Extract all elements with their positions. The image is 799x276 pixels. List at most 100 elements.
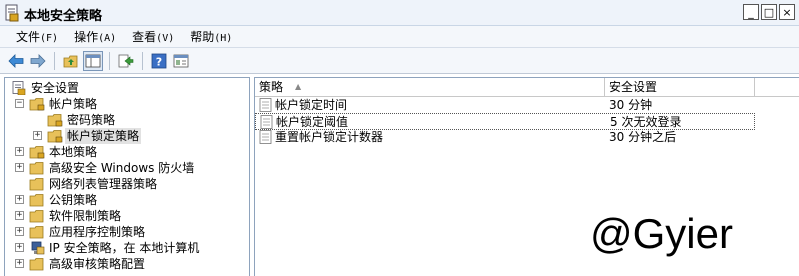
tree-root-label: 安全设置 bbox=[31, 81, 80, 95]
watermark: @Gyier bbox=[590, 210, 733, 257]
svg-text:?: ? bbox=[156, 55, 162, 68]
up-one-level-button[interactable] bbox=[61, 51, 81, 71]
tree-item-software-restriction[interactable]: + 软件限制策略 bbox=[5, 208, 245, 224]
policy-setting: 30 分钟之后 bbox=[609, 130, 677, 144]
ip-security-icon bbox=[31, 241, 45, 255]
toolbar-separator bbox=[109, 51, 110, 70]
expand-toggle[interactable]: + bbox=[15, 259, 24, 268]
tree-item-label: 公钥策略 bbox=[49, 193, 98, 207]
folder-icon bbox=[29, 162, 44, 175]
up-folder-icon bbox=[63, 55, 78, 67]
tree-item-windows-firewall[interactable]: + 高级安全 Windows 防火墙 bbox=[5, 160, 245, 176]
tree-item-label: 密码策略 bbox=[67, 113, 116, 127]
maximize-button[interactable]: □ bbox=[761, 4, 777, 20]
forward-arrow-icon bbox=[30, 53, 46, 68]
tree-item-account-policies[interactable]: − 帐户策略 bbox=[5, 96, 245, 112]
list-row[interactable]: 重置帐户锁定计数器 30 分钟之后 bbox=[255, 129, 755, 146]
policy-item-icon bbox=[259, 98, 272, 112]
back-button[interactable] bbox=[6, 51, 26, 71]
tree-item-label: 网络列表管理器策略 bbox=[49, 177, 158, 191]
expand-toggle[interactable]: + bbox=[15, 163, 24, 172]
window-title: 本地安全策略 bbox=[24, 9, 103, 24]
properties-button[interactable] bbox=[171, 51, 191, 71]
policy-item-icon bbox=[259, 130, 272, 144]
menu-action[interactable]: 操作(A) bbox=[66, 28, 124, 45]
column-header-label: 策略 bbox=[259, 80, 284, 94]
column-header-security-setting[interactable]: 安全设置 bbox=[605, 78, 755, 97]
list-row[interactable]: 帐户锁定阈值 5 次无效登录 bbox=[255, 113, 755, 130]
column-header-policy[interactable]: 策略 ▲ bbox=[255, 78, 605, 97]
policy-name: 帐户锁定阈值 bbox=[276, 115, 349, 129]
menu-help-hotkey: (H) bbox=[214, 33, 233, 44]
toolbar-separator bbox=[142, 51, 143, 70]
expand-toggle[interactable]: + bbox=[15, 243, 24, 252]
folder-lock-icon bbox=[47, 130, 63, 143]
export-list-button[interactable] bbox=[116, 51, 136, 71]
tree-item-account-lockout-policy[interactable]: + 帐户锁定策略 bbox=[5, 128, 245, 144]
expand-toggle[interactable]: + bbox=[15, 147, 24, 156]
tree-item-label: 高级安全 Windows 防火墙 bbox=[49, 161, 195, 175]
list-row[interactable]: 帐户锁定时间 30 分钟 bbox=[255, 97, 755, 114]
tree-item-password-policy[interactable]: 密码策略 bbox=[5, 112, 245, 128]
tree-item-ip-security[interactable]: + IP 安全策略，在 本地计算机 bbox=[5, 240, 245, 256]
back-arrow-icon bbox=[8, 53, 24, 68]
help-icon: ? bbox=[151, 53, 167, 68]
forward-button[interactable] bbox=[28, 51, 48, 71]
tree-item-advanced-audit[interactable]: + 高级审核策略配置 bbox=[5, 256, 245, 272]
menu-help[interactable]: 帮助(H) bbox=[182, 28, 240, 45]
export-list-icon bbox=[118, 54, 134, 67]
menu-bar: 文件(F) 操作(A) 查看(V) 帮助(H) bbox=[0, 26, 799, 48]
folder-lock-icon bbox=[47, 114, 63, 127]
show-hide-tree-button[interactable] bbox=[83, 50, 103, 71]
close-button[interactable]: × bbox=[779, 4, 795, 20]
menu-file-label: 文件 bbox=[16, 30, 41, 44]
folder-lock-icon bbox=[29, 98, 45, 111]
security-settings-icon bbox=[12, 81, 26, 95]
expand-toggle[interactable]: + bbox=[15, 211, 24, 220]
column-header-label: 安全设置 bbox=[609, 80, 658, 94]
tree-item-application-control[interactable]: + 应用程序控制策略 bbox=[5, 224, 245, 240]
folder-icon bbox=[29, 258, 44, 271]
local-security-policy-icon bbox=[5, 4, 19, 22]
tree-item-local-policies[interactable]: + 本地策略 bbox=[5, 144, 245, 160]
expand-toggle[interactable]: + bbox=[15, 227, 24, 236]
policy-item-icon bbox=[260, 115, 273, 129]
list-header: 策略 ▲ 安全设置 bbox=[255, 78, 799, 97]
folder-icon bbox=[29, 226, 44, 239]
menu-action-label: 操作 bbox=[74, 30, 99, 44]
menu-file[interactable]: 文件(F) bbox=[8, 28, 66, 45]
policy-name: 帐户锁定时间 bbox=[275, 98, 348, 112]
tree-item-network-list-manager[interactable]: 网络列表管理器策略 bbox=[5, 176, 245, 192]
tree-item-label: 软件限制策略 bbox=[49, 209, 122, 223]
folder-icon bbox=[29, 210, 44, 223]
properties-icon bbox=[173, 54, 189, 67]
menu-action-hotkey: (A) bbox=[98, 33, 117, 44]
window-controls: _ □ × bbox=[743, 4, 795, 20]
tree-item-label: 帐户锁定策略 bbox=[65, 128, 142, 144]
navigation-tree: 安全设置 − 帐户策略 密码策略 + 帐户锁定策略 + 本地策略 + 高级安全 … bbox=[4, 77, 250, 276]
sort-ascending-icon: ▲ bbox=[295, 82, 302, 91]
collapse-toggle[interactable]: − bbox=[15, 99, 24, 108]
folder-icon bbox=[29, 178, 44, 191]
show-hide-tree-icon bbox=[85, 54, 101, 67]
policy-name: 重置帐户锁定计数器 bbox=[275, 130, 384, 144]
menu-file-hotkey: (F) bbox=[40, 33, 59, 44]
expand-toggle[interactable]: + bbox=[15, 195, 24, 204]
policy-setting: 30 分钟 bbox=[609, 98, 653, 112]
tree-item-label: 帐户策略 bbox=[49, 97, 98, 111]
tree-item-public-key-policies[interactable]: + 公钥策略 bbox=[5, 192, 245, 208]
policy-setting: 5 次无效登录 bbox=[610, 115, 682, 129]
tree-item-label: IP 安全策略，在 本地计算机 bbox=[49, 241, 200, 255]
minimize-button[interactable]: _ bbox=[743, 4, 759, 20]
tree-item-label: 应用程序控制策略 bbox=[49, 225, 146, 239]
menu-view[interactable]: 查看(V) bbox=[124, 28, 182, 45]
help-button[interactable]: ? bbox=[149, 51, 169, 71]
toolbar: ? bbox=[0, 48, 799, 74]
toolbar-separator bbox=[54, 51, 55, 70]
tree-root-security-settings[interactable]: 安全设置 bbox=[5, 80, 245, 96]
folder-icon bbox=[29, 194, 44, 207]
tree-item-label: 高级审核策略配置 bbox=[49, 257, 146, 271]
menu-view-label: 查看 bbox=[132, 30, 157, 44]
folder-lock-icon bbox=[29, 146, 45, 159]
expand-toggle[interactable]: + bbox=[33, 131, 42, 140]
